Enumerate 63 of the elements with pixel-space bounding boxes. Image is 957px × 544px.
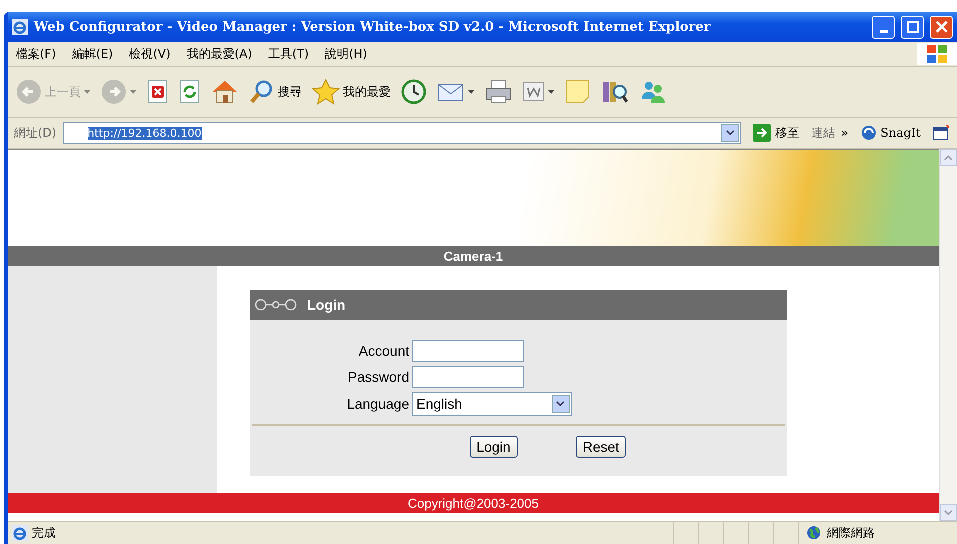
toolbar-button[interactable]: 我的最愛: [310, 77, 393, 107]
go-button[interactable]: 移至: [747, 123, 806, 143]
close-button[interactable]: [930, 16, 953, 38]
address-field[interactable]: http://192.168.0.100: [62, 122, 742, 144]
toolbar-button[interactable]: [399, 77, 429, 107]
menu-item[interactable]: 檢視(V): [121, 46, 179, 62]
field-label: Account: [358, 343, 410, 359]
minimize-button[interactable]: [872, 16, 895, 38]
refresh-icon: [179, 80, 201, 104]
address-label: 網址(D): [14, 124, 57, 142]
stop-icon: [147, 80, 169, 104]
caret-icon: [548, 90, 555, 94]
search-icon: [249, 79, 275, 105]
minimize-icon: [880, 30, 888, 32]
close-icon: [936, 21, 948, 33]
reset-button[interactable]: Reset: [576, 436, 626, 458]
account-field[interactable]: [412, 340, 524, 362]
swirl-icon: [860, 125, 877, 141]
login-title: Login: [308, 297, 346, 313]
chevron-down-icon: [944, 510, 953, 516]
snagit-button[interactable]: SnagIt: [854, 124, 927, 142]
maximize-button[interactable]: [901, 16, 924, 38]
caret-icon: [130, 90, 137, 94]
camera-title-bar: Camera-1: [8, 246, 939, 266]
history-clock-icon: [401, 79, 427, 105]
books-magnifier-icon: [601, 79, 629, 105]
capture-window-icon[interactable]: [933, 125, 951, 141]
status-text: 完成: [32, 524, 56, 542]
more-chevron[interactable]: »: [841, 126, 849, 140]
window-title: Web Configurator - Video Manager : Version White-box SD v2.0 - Microsoft Internet Explorer: [34, 20, 712, 34]
language-select[interactable]: English: [412, 392, 572, 416]
maximize-icon: [906, 21, 918, 33]
scrollbar[interactable]: [939, 149, 957, 521]
caret-icon: [468, 90, 475, 94]
links-label: 連結: [811, 124, 836, 142]
star-icon: [312, 79, 340, 105]
login-button[interactable]: Login: [470, 436, 518, 458]
dropdown-button[interactable]: [721, 124, 740, 142]
document-w-icon: [523, 81, 545, 103]
menu-item[interactable]: 說明(H): [317, 46, 376, 62]
house-icon: [211, 79, 239, 105]
dropdown-button[interactable]: [552, 395, 570, 413]
windows-flag-icon: [926, 44, 948, 64]
toolbar-button[interactable]: 搜尋: [247, 77, 304, 107]
field-label: Password: [347, 369, 410, 385]
chevron-up-icon: [944, 154, 953, 160]
menu-item[interactable]: 我的最愛(A): [178, 46, 260, 62]
printer-icon: [485, 79, 513, 105]
menu-item[interactable]: 工具(T): [260, 46, 318, 62]
people-icon: [639, 79, 667, 105]
chevron-down-icon: [556, 401, 565, 407]
menu-item[interactable]: 檔案(F): [8, 46, 64, 62]
browser-icon: [12, 19, 28, 35]
caret-icon: [84, 90, 91, 94]
chevron-down-icon: [726, 130, 735, 136]
field-label: Language: [346, 396, 410, 412]
note-icon: [565, 79, 591, 105]
globe-icon: [807, 526, 821, 540]
menu-item[interactable]: 編輯(E): [64, 46, 122, 62]
zone-text: 網際網路: [827, 524, 875, 542]
copyright-bar: Copyright@2003-2005: [8, 493, 939, 513]
password-field[interactable]: [412, 366, 524, 388]
link-icon: [254, 299, 298, 311]
